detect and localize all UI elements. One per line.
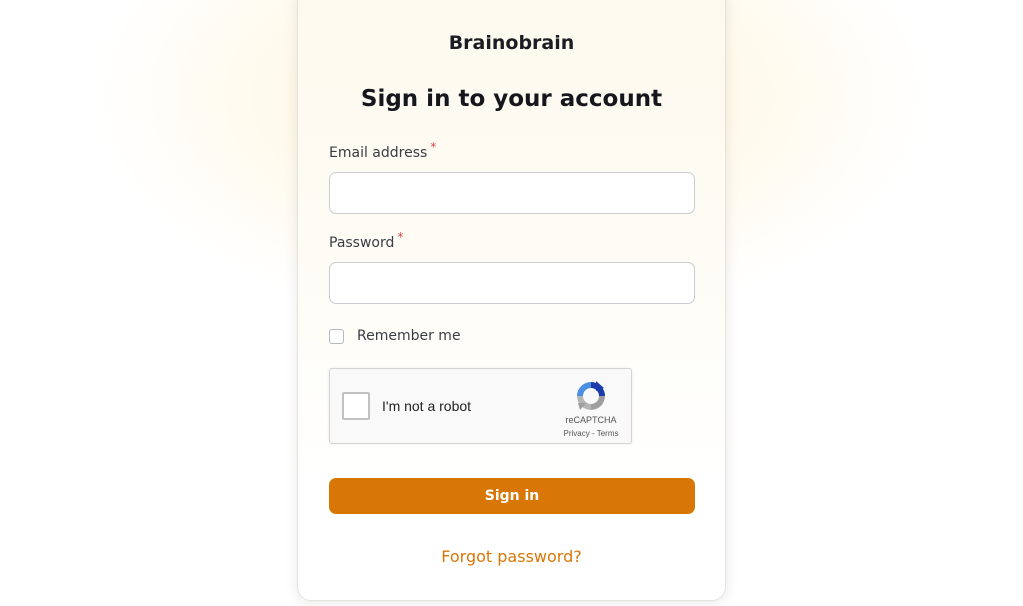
recaptcha-links: Privacy - Terms <box>556 429 626 438</box>
password-label: Password * <box>329 230 403 251</box>
forgot-password-link[interactable]: Forgot password? <box>298 547 725 566</box>
recaptcha-brand: reCAPTCHA <box>565 415 617 425</box>
email-required-marker: * <box>430 140 437 154</box>
recaptcha-logo-icon <box>577 381 605 410</box>
password-field[interactable] <box>329 262 695 304</box>
remember-me-checkbox[interactable] <box>329 328 344 344</box>
page-title: Sign in to your account <box>360 86 663 112</box>
email-label-text: Email address <box>329 145 428 161</box>
email-label: Email address * <box>329 140 436 161</box>
recaptcha-links-separator: - <box>591 429 595 438</box>
password-required-marker: * <box>397 230 404 244</box>
recaptcha-terms-link[interactable]: Terms <box>597 429 619 438</box>
recaptcha-checkbox[interactable] <box>342 392 370 420</box>
recaptcha-widget: I'm not a robot reCAPTCHA Privacy - Term… <box>329 368 632 444</box>
recaptcha-privacy-link[interactable]: Privacy <box>564 429 590 438</box>
password-label-text: Password <box>329 235 395 251</box>
recaptcha-label: I'm not a robot <box>382 398 472 414</box>
email-field[interactable] <box>329 172 695 214</box>
remember-me-row[interactable]: Remember me <box>329 327 461 345</box>
sign-in-button[interactable]: Sign in <box>329 478 695 514</box>
remember-me-label[interactable]: Remember me <box>357 328 461 344</box>
login-card: Brainobrain Sign in to your account Emai… <box>297 0 726 601</box>
brand-name: Brainobrain <box>448 32 575 54</box>
